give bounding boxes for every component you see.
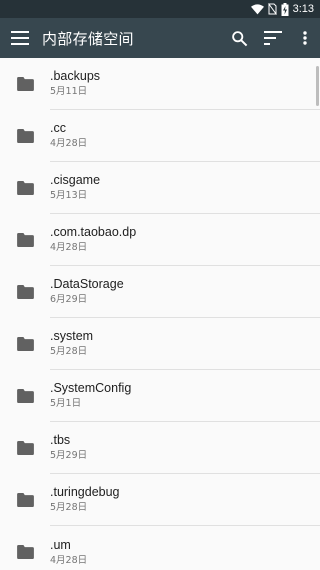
file-row[interactable]: .cisgame 5月13日: [0, 162, 320, 214]
file-date: 4月28日: [50, 242, 88, 253]
folder-icon: [0, 285, 50, 299]
folder-icon: [0, 337, 50, 351]
file-name: .turingdebug: [50, 485, 120, 499]
file-date: 4月28日: [50, 138, 88, 149]
folder-icon: [0, 389, 50, 403]
file-row[interactable]: .tbs 5月29日: [0, 422, 320, 474]
file-row[interactable]: .um 4月28日: [0, 526, 320, 570]
file-row[interactable]: .turingdebug 5月28日: [0, 474, 320, 526]
page-title: 内部存储空间: [42, 29, 134, 48]
file-date: 5月28日: [50, 346, 88, 357]
menu-icon[interactable]: [0, 18, 40, 58]
file-date: 6月29日: [50, 294, 88, 305]
file-row[interactable]: .backups 5月11日: [0, 58, 320, 110]
sort-icon[interactable]: [256, 18, 290, 58]
folder-icon: [0, 441, 50, 455]
file-text: .cisgame 5月13日: [50, 162, 320, 214]
file-name: .cc: [50, 121, 66, 135]
file-row[interactable]: .DataStorage 6月29日: [0, 266, 320, 318]
file-row[interactable]: .com.taobao.dp 4月28日: [0, 214, 320, 266]
file-name: .cisgame: [50, 173, 101, 187]
file-text: .DataStorage 6月29日: [50, 266, 320, 318]
folder-icon: [0, 129, 50, 143]
file-text: .turingdebug 5月28日: [50, 474, 320, 526]
file-name: .com.taobao.dp: [50, 225, 137, 239]
folder-icon: [0, 493, 50, 507]
file-name: .DataStorage: [50, 277, 124, 291]
file-name: .um: [50, 537, 71, 552]
file-text: .backups 5月11日: [50, 58, 320, 110]
more-vert-icon[interactable]: [290, 18, 320, 58]
file-date: 5月28日: [50, 502, 88, 513]
file-row[interactable]: .SystemConfig 5月1日: [0, 370, 320, 422]
search-icon[interactable]: [222, 18, 256, 58]
file-text: .um 4月28日: [50, 526, 320, 570]
folder-icon: [0, 233, 50, 247]
file-text: .com.taobao.dp 4月28日: [50, 214, 320, 266]
file-date: 5月13日: [50, 190, 88, 201]
folder-icon: [0, 77, 50, 91]
wifi-icon: [250, 3, 264, 15]
file-list: .backups 5月11日 .cc 4月28日 .cisgame 5月13日 …: [0, 58, 320, 570]
file-date: 4月28日: [50, 554, 88, 566]
file-row[interactable]: .system 5月28日: [0, 318, 320, 370]
status-bar: 3:13: [0, 0, 320, 18]
file-date: 5月29日: [50, 450, 88, 461]
file-name: .system: [50, 329, 94, 343]
file-text: .system 5月28日: [50, 318, 320, 370]
folder-icon: [0, 545, 50, 559]
file-date: 5月11日: [50, 86, 88, 97]
folder-icon: [0, 181, 50, 195]
file-text: .tbs 5月29日: [50, 422, 320, 474]
battery-charging-icon: [281, 2, 289, 16]
file-row[interactable]: .cc 4月28日: [0, 110, 320, 162]
file-name: .backups: [50, 69, 101, 83]
file-text: .cc 4月28日: [50, 110, 320, 162]
file-name: .SystemConfig: [50, 381, 132, 395]
no-sim-icon: [267, 3, 277, 15]
status-time: 3:13: [292, 3, 314, 15]
scrollbar[interactable]: [316, 66, 319, 106]
app-bar: 内部存储空间: [0, 18, 320, 58]
file-name: .tbs: [50, 433, 71, 447]
file-date: 5月1日: [50, 398, 82, 409]
file-text: .SystemConfig 5月1日: [50, 370, 320, 422]
